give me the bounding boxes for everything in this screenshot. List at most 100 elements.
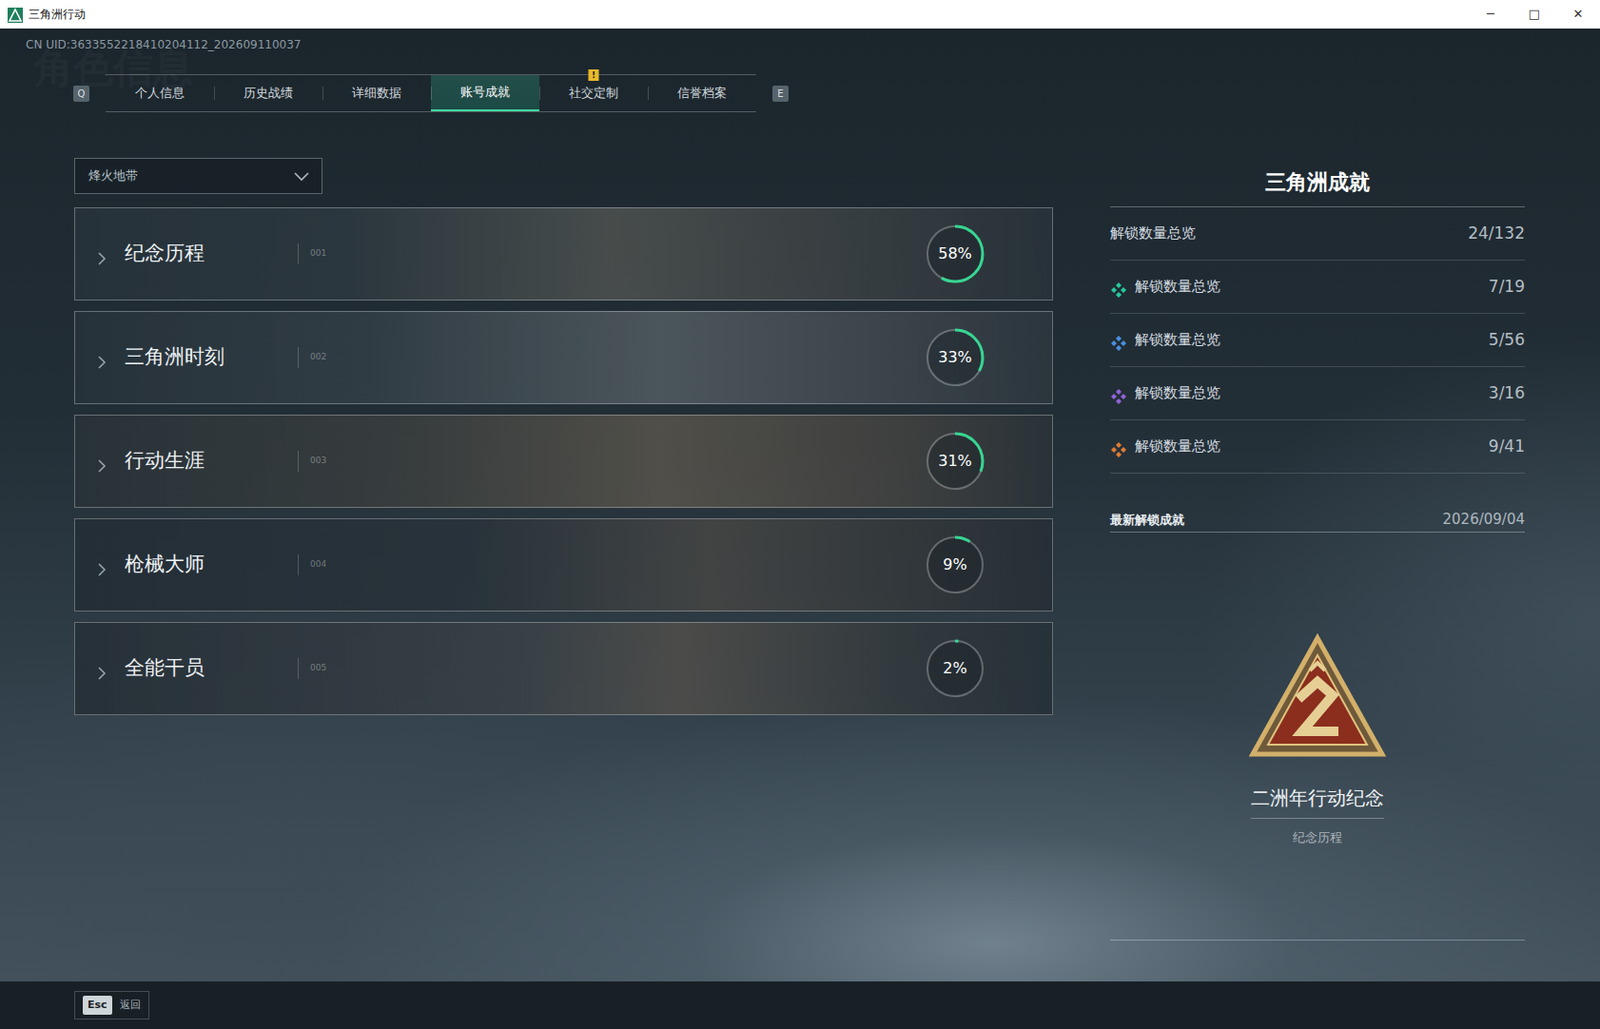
progress-ring: 9% [924, 534, 986, 596]
uid-label: CN UID:3633552218410204112_202609110037 [0, 28, 1600, 53]
app-logo-icon [7, 2, 23, 26]
tier-count: 5/56 [1488, 328, 1525, 353]
achievement-categories: 烽火地带纪念历程 001 58% 三角洲时刻00233%行动生涯00331% 枪械大师 0… [74, 157, 1054, 941]
tab-label[interactable]: 社交定制 [568, 83, 619, 103]
latest-achievement-card[interactable]: 二洲年行动纪念纪念历程 [1110, 553, 1525, 941]
tab-label[interactable]: 详细数据 [351, 83, 402, 103]
tier-diamond-icon [1110, 331, 1128, 350]
tab[interactable]: 账号成就 [430, 75, 540, 112]
tab[interactable]: 社交定制! [539, 75, 648, 112]
ring-track [927, 537, 983, 593]
title-bar: 三角洲行动 ─□✕ [0, 0, 1600, 29]
tier-diamond-icon [1110, 438, 1128, 456]
latest-header: 最新解锁成就 2026/09/04 [1110, 507, 1525, 533]
tab-strip: 个人信息 历史战绩 详细数据 账号成就 社交定制! 信誉档案 [105, 74, 757, 113]
percent-text: 58% [937, 242, 973, 266]
ring-fill [927, 226, 983, 282]
minimize-button[interactable]: ─ [1468, 0, 1513, 29]
percent-text: 31% [937, 449, 973, 473]
tier-label: 解锁数量总览 [1134, 329, 1221, 352]
category-number: 004 [310, 558, 327, 572]
category-row[interactable]: 全能干员0052% [74, 622, 1054, 716]
summary-count: 24/132 [1467, 221, 1525, 247]
ring-fill [927, 537, 983, 593]
tab[interactable]: 历史战绩 [214, 75, 323, 112]
achievement-category: 纪念历程 [1292, 828, 1343, 848]
chevron-down-icon [292, 166, 311, 186]
tier-diamond-icon [1110, 278, 1128, 296]
footer-bar: Esc 返回 [0, 981, 1600, 1029]
ring-track [927, 433, 983, 489]
back-button[interactable]: Esc 返回 [74, 991, 150, 1021]
percent-text: 2% [942, 657, 967, 681]
category-row[interactable]: 枪械大师 004 9% [74, 518, 1054, 612]
window-controls: ─□✕ [1468, 0, 1600, 29]
category-row[interactable]: 行动生涯00331% [74, 414, 1054, 508]
summary-title: 三角洲成就 [1265, 166, 1370, 198]
ring-fill [927, 641, 983, 697]
chevron-right-icon [96, 661, 108, 677]
percent-text-box: 58% [924, 223, 986, 285]
tab-label[interactable]: 账号成就 [460, 82, 510, 102]
summary-title-box: 三角洲成就 [1110, 157, 1525, 208]
progress-ring: 2% [924, 638, 986, 700]
esc-key[interactable]: Esc [82, 995, 113, 1016]
percent-text: 9% [942, 553, 967, 577]
divider [297, 243, 299, 265]
summary-row: 解锁数量总览 24/132 [1110, 207, 1525, 261]
category-name[interactable]: 行动生涯 [124, 446, 298, 477]
tier-label: 解锁数量总览 [1134, 275, 1221, 298]
mode-dropdown[interactable]: 烽火地带 [74, 157, 323, 195]
chevron-right-icon [96, 453, 108, 469]
content-area: 烽火地带纪念历程 001 58% 三角洲时刻00233%行动生涯00331% 枪械大师 0… [0, 157, 1600, 941]
tab[interactable]: 信誉档案 [647, 75, 757, 112]
tab[interactable]: 个人信息 [105, 75, 215, 112]
tab-label[interactable]: 个人信息 [135, 83, 185, 103]
close-button[interactable]: ✕ [1556, 0, 1600, 29]
divider [297, 658, 299, 680]
game-window: 三角洲行动 ─□✕ 角色信息CN UID:3633552218410204112_… [0, 0, 1600, 1029]
category-name[interactable]: 三角洲时刻 [124, 342, 298, 373]
tab[interactable]: 详细数据 [322, 75, 431, 112]
tier-row: 解锁数量总览 3/16 [1110, 367, 1525, 421]
ring-track [927, 330, 983, 386]
tab-label[interactable]: 信誉档案 [677, 83, 727, 103]
category-name[interactable]: 纪念历程 [124, 238, 298, 270]
percent-text-box: 2% [924, 638, 986, 700]
tier-row: 解锁数量总览 7/19 [1110, 260, 1525, 314]
alert-badge: ! [588, 69, 600, 81]
category-name[interactable]: 枪械大师 [124, 549, 298, 581]
window-title: 三角洲行动 [28, 5, 86, 23]
maximize-button[interactable]: □ [1512, 0, 1557, 29]
summary-panel: 三角洲成就解锁数量总览 24/132 解锁数量总览 7/19 解锁数量总览 5/56 解锁数… [1110, 157, 1525, 941]
next-tab-key[interactable]: E [772, 85, 789, 102]
divider [297, 554, 299, 576]
divider [297, 450, 299, 472]
tier-count: 3/16 [1488, 381, 1525, 407]
chevron-right-icon [96, 350, 108, 366]
category-row[interactable]: 纪念历程 001 58% [74, 207, 1054, 301]
achievement-emblem-icon [1248, 632, 1387, 771]
progress-ring: 58% [924, 223, 986, 285]
tier-label: 解锁数量总览 [1134, 382, 1221, 405]
category-number: 001 [310, 247, 327, 261]
tier-count: 7/19 [1488, 274, 1525, 300]
divider [297, 347, 299, 369]
progress-ring: 31% [924, 430, 986, 492]
latest-date: 2026/09/04 [1443, 508, 1525, 531]
ring-fill [927, 330, 983, 386]
latest-title: 最新解锁成就 [1110, 510, 1185, 530]
mode-value[interactable]: 烽火地带 [88, 166, 138, 186]
category-row[interactable]: 三角洲时刻00233% [74, 311, 1054, 405]
percent-text-box: 9% [924, 534, 986, 596]
percent-text-box: 31% [924, 430, 986, 492]
back-label[interactable]: 返回 [119, 997, 141, 1015]
ring-track [927, 226, 983, 282]
tab-label[interactable]: 历史战绩 [243, 83, 293, 103]
category-name[interactable]: 全能干员 [124, 653, 298, 684]
chevron-right-icon [96, 246, 108, 262]
prev-tab-key[interactable]: Q [73, 85, 90, 102]
achievement-screen: 角色信息CN UID:3633552218410204112_202609110… [0, 28, 1600, 982]
achievement-name: 二洲年行动纪念 [1250, 783, 1385, 820]
summary-label: 解锁数量总览 [1110, 222, 1196, 245]
